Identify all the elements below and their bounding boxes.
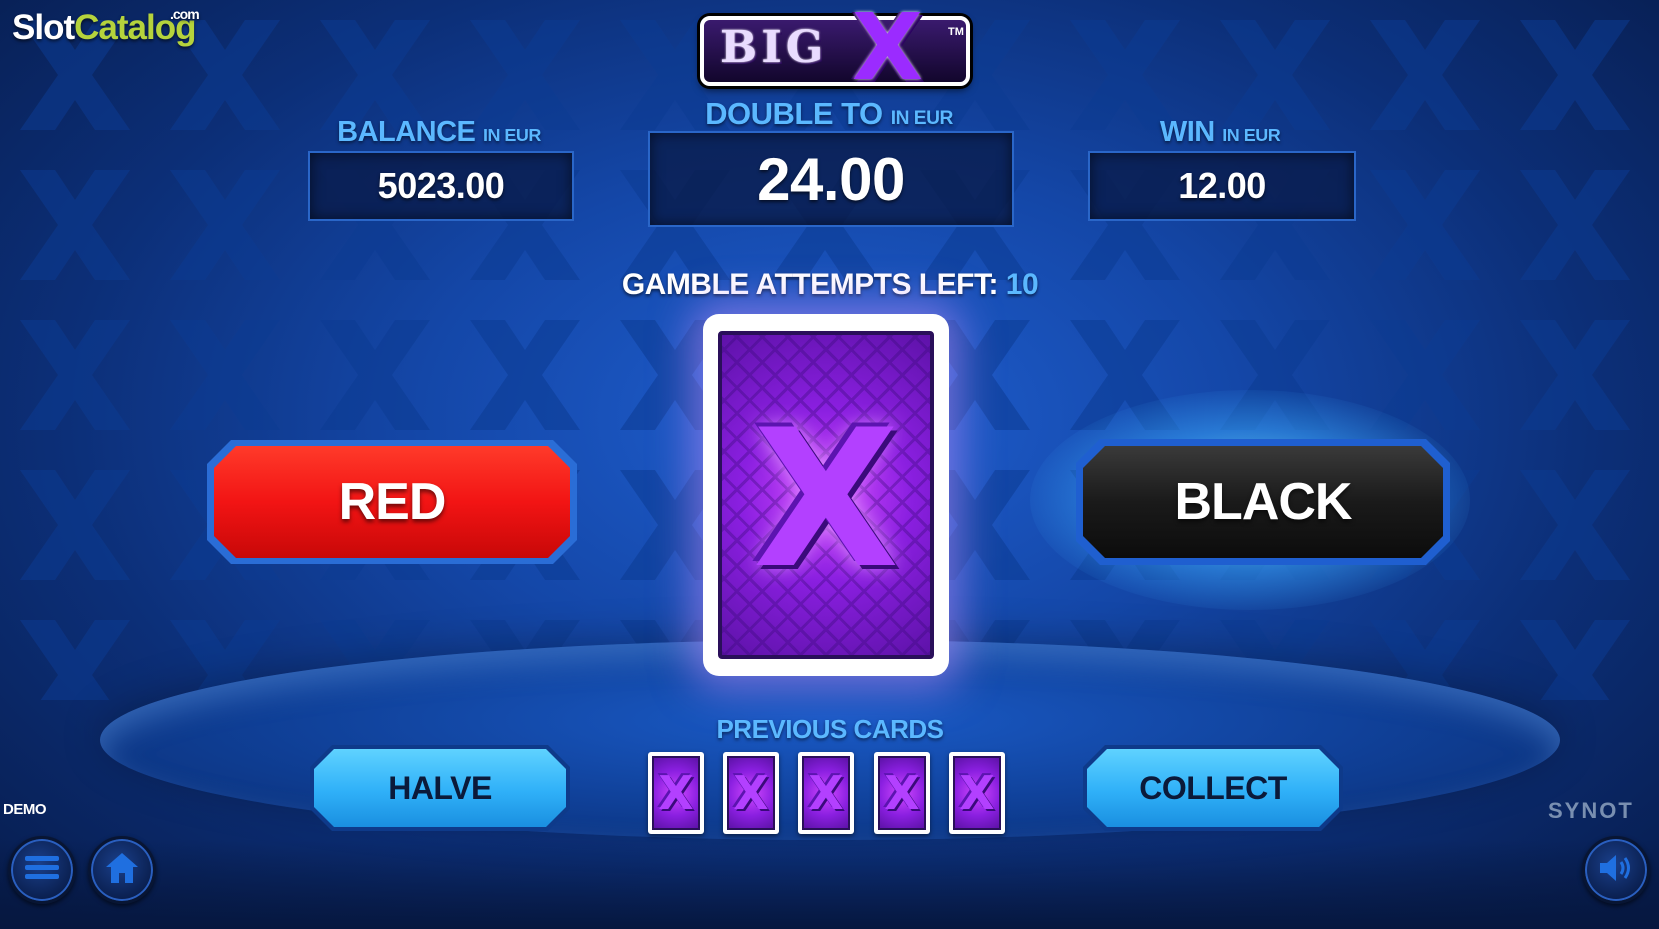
watermark-part1: Slot: [12, 8, 75, 47]
logo-trademark: TM: [948, 26, 964, 38]
previous-card-back: X: [802, 756, 850, 830]
menu-icon: [25, 854, 59, 887]
black-button[interactable]: BLACK: [1083, 446, 1443, 558]
previous-card-emblem: X: [959, 766, 995, 820]
red-button[interactable]: RED: [214, 446, 570, 558]
card-x-emblem: X: [752, 389, 900, 610]
previous-card-back: X: [953, 756, 1001, 830]
speaker-icon: [1598, 852, 1634, 889]
previous-card-emblem: X: [658, 766, 694, 820]
gamble-attempts: GAMBLE ATTEMPTS LEFT: 10: [560, 268, 1100, 302]
double-to-label-text: DOUBLE TO: [705, 96, 883, 131]
double-to-unit: IN EUR: [890, 108, 954, 129]
balance-label: BALANCE IN EUR: [308, 116, 570, 149]
collect-button[interactable]: COLLECT: [1087, 749, 1339, 827]
previous-card-emblem: X: [808, 766, 844, 820]
balance-unit: IN EUR: [482, 125, 541, 145]
card-back: X: [718, 331, 934, 659]
floor-shadow: [0, 839, 1659, 929]
slotcatalog-watermark: SlotCatalog .com: [12, 6, 200, 48]
previous-card-emblem: X: [733, 766, 769, 820]
game-logo: BIG X TM: [700, 2, 975, 94]
win-label: WIN IN EUR: [1088, 116, 1352, 149]
watermark-com: .com: [170, 6, 200, 22]
demo-label: DEMO: [3, 801, 47, 818]
provider-logo: SYNOT: [1548, 798, 1634, 823]
double-to-value: 24.00: [648, 131, 1014, 227]
win-label-text: WIN: [1159, 116, 1215, 148]
previous-card: X: [723, 752, 779, 834]
previous-card: X: [798, 752, 854, 834]
previous-card-back: X: [652, 756, 700, 830]
logo-x: X: [852, 0, 923, 101]
previous-card-emblem: X: [884, 766, 920, 820]
home-icon: [104, 851, 140, 890]
win-value: 12.00: [1088, 151, 1356, 221]
win-unit: IN EUR: [1222, 125, 1281, 145]
sound-button[interactable]: [1582, 836, 1650, 904]
previous-card: X: [648, 752, 704, 834]
previous-card-back: X: [878, 756, 926, 830]
balance-label-text: BALANCE: [337, 116, 476, 148]
gamble-attempts-label: GAMBLE ATTEMPTS LEFT:: [621, 268, 999, 301]
face-down-card: X: [703, 314, 949, 676]
home-button[interactable]: [88, 836, 156, 904]
double-to-label: DOUBLE TO IN EUR: [648, 96, 1010, 132]
logo-word: BIG: [720, 22, 828, 73]
previous-card-back: X: [727, 756, 775, 830]
previous-card: X: [949, 752, 1005, 834]
menu-button[interactable]: [8, 836, 76, 904]
balance-value: 5023.00: [308, 151, 574, 221]
previous-card: X: [874, 752, 930, 834]
previous-cards-label: PREVIOUS CARDS: [716, 714, 944, 744]
gamble-attempts-count: 10: [1005, 268, 1039, 301]
halve-button[interactable]: HALVE: [314, 749, 566, 827]
